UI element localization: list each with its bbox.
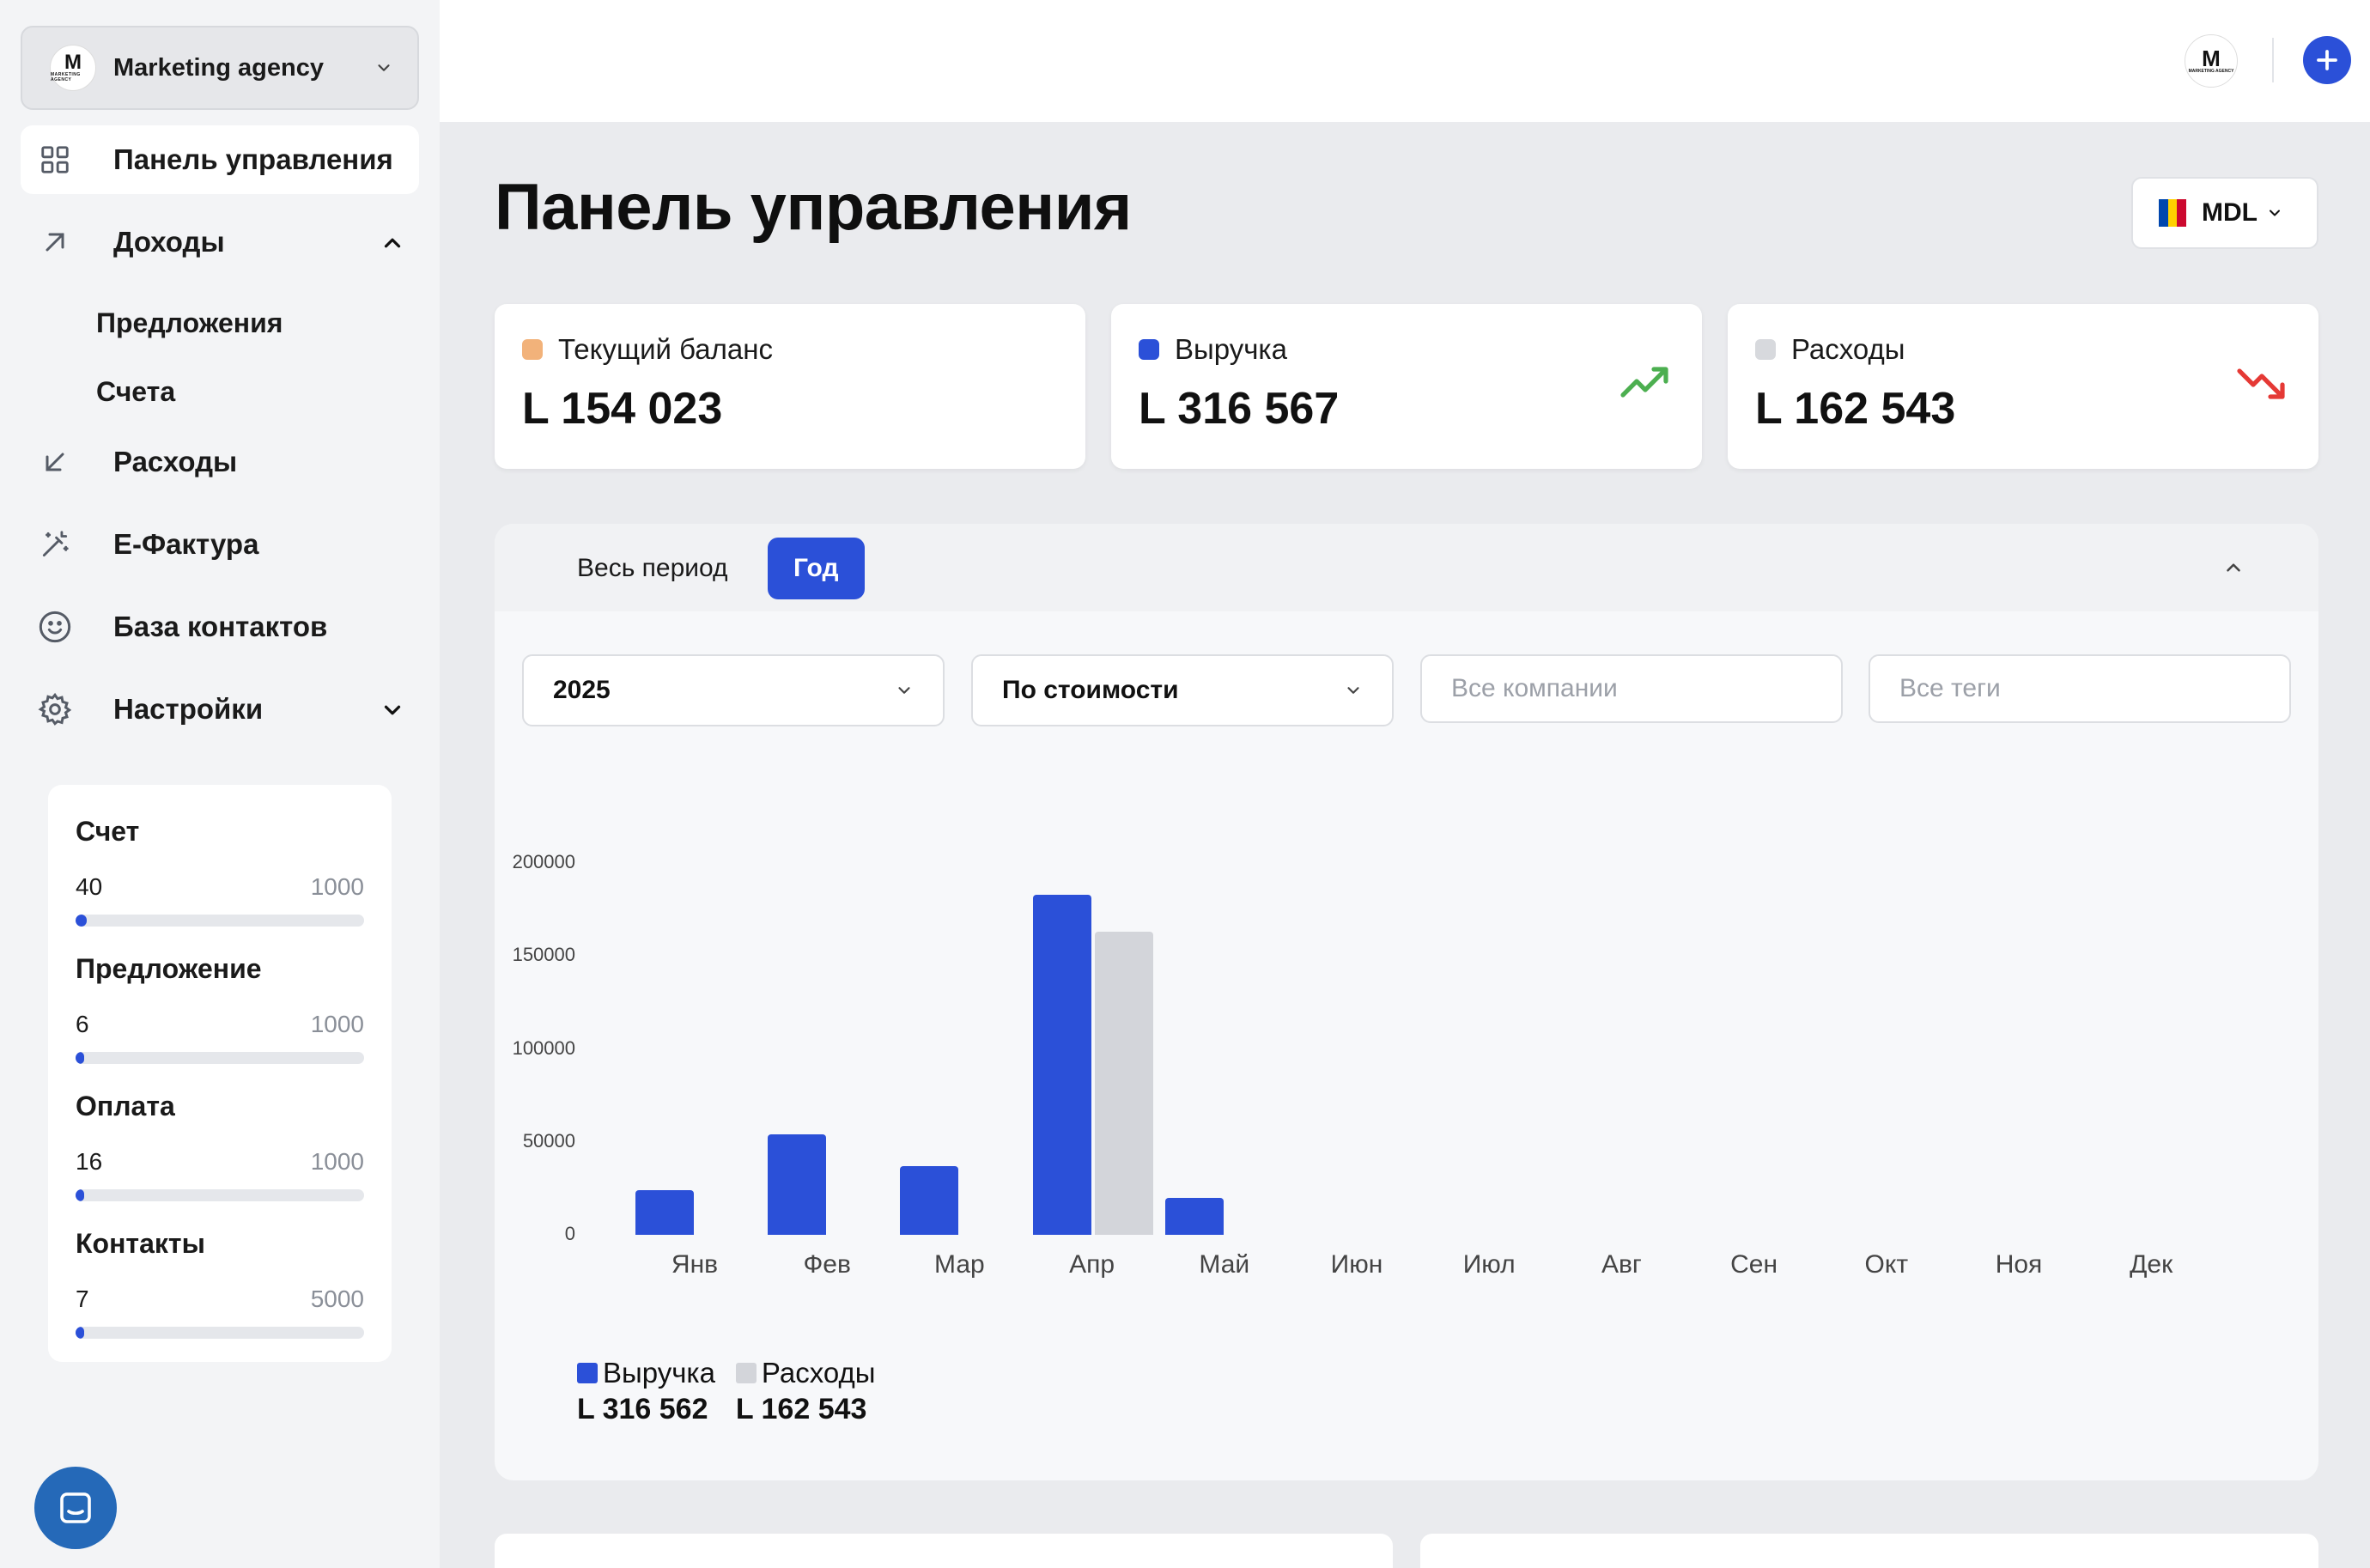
sidebar-item-contacts[interactable]: База контактов	[21, 593, 419, 661]
smiley-icon	[38, 610, 72, 644]
stat-card-revenue: Выручка L 316 567	[1111, 304, 1702, 469]
sidebar-item-efactura[interactable]: E-Фактура	[21, 510, 419, 579]
sidebar-item-label: Панель управления	[113, 143, 393, 175]
divider	[2272, 38, 2274, 82]
currency-select[interactable]: MDL	[2131, 177, 2318, 249]
sidebar: M MARKETING AGENCY Marketing agency Пане…	[0, 0, 440, 1568]
avatar[interactable]: M MARKETING AGENCY	[2185, 34, 2238, 88]
x-tick-label: Май	[1199, 1250, 1250, 1279]
page-title: Панель управления	[495, 171, 1132, 244]
x-tick-label: Сен	[1730, 1250, 1778, 1279]
org-name: Marketing agency	[113, 53, 324, 82]
bar-expenses[interactable]	[1094, 932, 1153, 1235]
x-tick-label: Дек	[2130, 1250, 2173, 1279]
trending-up-icon	[1620, 367, 1668, 398]
chart-legend: Выручка L 316 562 Расходы L 162 543	[577, 1357, 896, 1426]
sidebar-item-income[interactable]: Доходы	[21, 208, 419, 277]
x-tick-label: Мар	[934, 1250, 985, 1279]
revenue-chart-card: Весь период Год 2025 По стоимости 050000…	[495, 524, 2318, 1480]
bar-revenue[interactable]	[1164, 1197, 1224, 1235]
y-tick-label: 100000	[512, 1036, 575, 1059]
legend-swatch	[577, 1363, 598, 1383]
legend-item-revenue: Выручка L 316 562	[577, 1357, 715, 1425]
chevron-down-icon	[2269, 210, 2280, 216]
plus-icon	[2317, 50, 2337, 70]
stat-value: L 154 023	[522, 384, 723, 434]
limit-progress-bar	[76, 1189, 364, 1201]
x-tick-label: Фев	[803, 1250, 851, 1279]
plan-limits-card: Счет 40 1000 Предложение 6 1000 Оплата 16 1…	[48, 785, 392, 1362]
sidebar-item-label: E-Фактура	[113, 528, 259, 560]
legend-dot	[1139, 339, 1159, 360]
y-tick-label: 50000	[522, 1129, 575, 1152]
org-logo: M MARKETING AGENCY	[50, 45, 96, 91]
bottom-card-right	[1420, 1534, 2318, 1568]
chevron-up-icon[interactable]	[380, 230, 405, 256]
magic-wand-icon	[38, 527, 72, 562]
limit-offers: Предложение 6 1000	[76, 953, 364, 1091]
sidebar-item-settings[interactable]: Настройки	[21, 675, 419, 744]
add-button[interactable]	[2303, 36, 2351, 84]
bar-revenue[interactable]	[635, 1190, 694, 1235]
legend-swatch	[735, 1363, 757, 1383]
x-tick-label: Июн	[1330, 1250, 1383, 1279]
limit-progress-bar	[76, 1327, 364, 1339]
legend-dot	[1755, 339, 1776, 360]
stat-card-expenses: Расходы L 162 543	[1728, 304, 2318, 469]
bottom-card-left	[495, 1534, 1393, 1568]
bar-chart: 0 50000 100000 150000 200000 Янв Фев Мар Апр Май И…	[495, 524, 2318, 1480]
sidebar-item-label: Настройки	[113, 693, 264, 725]
bar-revenue[interactable]	[1032, 894, 1091, 1235]
chevron-down-icon[interactable]	[380, 697, 405, 723]
y-tick-label: 150000	[512, 944, 575, 966]
y-tick-label: 0	[564, 1223, 575, 1244]
x-tick-label: Ноя	[1995, 1250, 2043, 1279]
stat-value: L 316 567	[1139, 384, 1340, 434]
gear-icon	[38, 692, 72, 726]
x-tick-label: Апр	[1069, 1250, 1115, 1279]
sidebar-item-expenses[interactable]: Расходы	[21, 428, 419, 496]
sidebar-item-label: Расходы	[113, 446, 238, 477]
arrow-down-left-icon	[38, 445, 72, 479]
moldova-flag-icon	[2159, 199, 2187, 227]
organization-switcher[interactable]: M MARKETING AGENCY Marketing agency	[21, 26, 419, 110]
dashboard-grid-icon	[38, 143, 72, 177]
limit-payments: Оплата 16 1000	[76, 1091, 364, 1228]
x-tick-label: Окт	[1864, 1250, 1909, 1279]
chat-icon	[60, 1492, 91, 1523]
chat-support-button[interactable]	[34, 1467, 117, 1549]
bar-revenue[interactable]	[768, 1134, 827, 1235]
sidebar-subitem-offers[interactable]: Предложения	[96, 307, 283, 339]
limit-invoices: Счет 40 1000	[76, 816, 364, 953]
x-tick-label: Янв	[671, 1250, 719, 1279]
stat-value: L 162 543	[1755, 384, 1956, 434]
stat-card-balance: Текущий баланс L 154 023	[495, 304, 1085, 469]
legend-dot	[522, 339, 543, 360]
limit-progress-bar	[76, 1052, 364, 1064]
sidebar-item-label: Доходы	[113, 226, 225, 258]
y-tick-label: 200000	[512, 851, 575, 872]
top-bar: M MARKETING AGENCY	[440, 0, 2370, 122]
trending-down-icon	[2237, 368, 2285, 399]
sidebar-item-dashboard[interactable]: Панель управления	[21, 125, 419, 194]
chevron-down-icon	[378, 64, 390, 71]
arrow-up-right-icon	[38, 225, 72, 259]
x-tick-label: Июл	[1462, 1250, 1516, 1279]
limit-progress-bar	[76, 915, 364, 927]
legend-item-expenses: Расходы L 162 543	[735, 1357, 876, 1425]
bar-revenue[interactable]	[900, 1165, 959, 1235]
sidebar-item-label: База контактов	[113, 611, 328, 642]
sidebar-subitem-invoices[interactable]: Счета	[96, 376, 175, 408]
limit-contacts: Контакты 7 5000	[76, 1228, 364, 1365]
x-tick-label: Авг	[1601, 1250, 1642, 1279]
